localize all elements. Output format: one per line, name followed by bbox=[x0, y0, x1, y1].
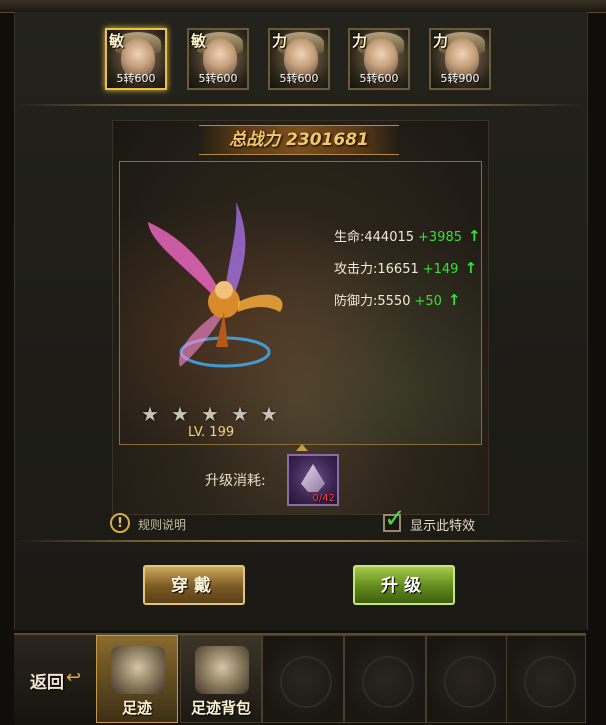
hero-rank-label: 5转600 bbox=[279, 72, 319, 85]
empty-slot-ring bbox=[444, 656, 496, 708]
star-icon: ★ bbox=[171, 402, 189, 426]
arrow-up-icon: ↑ bbox=[464, 259, 478, 277]
hero-card[interactable]: 力 5转900 bbox=[429, 28, 491, 90]
equip-button[interactable]: 穿戴 bbox=[143, 565, 245, 605]
divider bbox=[14, 104, 586, 106]
hero-type-label: 敏 bbox=[191, 32, 207, 50]
stat-bonus: +50 bbox=[414, 294, 442, 309]
notch-icon bbox=[296, 444, 308, 451]
tab-label: 足迹 bbox=[121, 699, 152, 717]
hero-card[interactable]: 敏 5转600 bbox=[105, 28, 167, 90]
effect-label: 显示此特效 bbox=[410, 519, 476, 534]
return-arrow-icon[interactable]: ↩ bbox=[66, 667, 81, 688]
hero-type-label: 力 bbox=[433, 32, 449, 50]
star-icon: ★ bbox=[201, 402, 219, 426]
star-icon: ★ bbox=[141, 402, 159, 426]
star-icon: ★ bbox=[260, 402, 278, 426]
upgrade-button[interactable]: 升级 bbox=[353, 565, 455, 605]
total-power-label: 总战力 bbox=[229, 130, 281, 150]
empty-tab-slot bbox=[262, 635, 344, 723]
stat-hp: 生命:444015 +3985 ↑ bbox=[334, 226, 481, 245]
star-icon: ★ bbox=[231, 402, 249, 426]
hero-card[interactable]: 力 5转600 bbox=[268, 28, 330, 90]
divider bbox=[14, 540, 586, 542]
hero-rank-label: 5转600 bbox=[116, 72, 156, 85]
total-power-banner: 总战力 2301681 bbox=[199, 125, 399, 155]
rules-label: 规则说明 bbox=[138, 518, 187, 532]
empty-tab-slot bbox=[506, 635, 586, 723]
hero-type-label: 力 bbox=[352, 32, 368, 50]
stat-bonus: +3985 bbox=[418, 230, 462, 245]
level-label: LV. 199 bbox=[188, 425, 235, 440]
stat-attack: 攻击力:16651 +149 ↑ bbox=[334, 258, 477, 277]
hero-rank-label: 5转600 bbox=[198, 72, 238, 85]
back-button[interactable]: 返回 bbox=[30, 668, 64, 693]
cost-label: 升级消耗: bbox=[205, 473, 266, 489]
hero-rank-label: 5转600 bbox=[359, 72, 399, 85]
total-power-value: 2301681 bbox=[286, 130, 369, 150]
empty-slot-ring bbox=[362, 656, 414, 708]
arrow-up-icon: ↑ bbox=[468, 227, 481, 245]
hero-type-label: 敏 bbox=[109, 32, 125, 50]
info-icon: ! bbox=[110, 513, 130, 533]
empty-slot-ring bbox=[524, 656, 576, 708]
footprint-card-icon bbox=[111, 646, 165, 694]
material-item[interactable]: 0/42 bbox=[287, 454, 339, 506]
tab-footprint-bag[interactable]: 足迹背包 bbox=[180, 635, 262, 723]
checkmark-icon: ✓ bbox=[384, 504, 406, 534]
stat-bonus: +149 bbox=[422, 262, 459, 277]
empty-tab-slot bbox=[344, 635, 426, 723]
hero-rank-label: 5转900 bbox=[440, 72, 480, 85]
hero-type-label: 力 bbox=[272, 32, 288, 50]
stat-label: 防御力:5550 bbox=[334, 294, 411, 309]
hero-card[interactable]: 力 5转600 bbox=[348, 28, 410, 90]
stat-defense: 防御力:5550 +50 ↑ bbox=[334, 290, 460, 309]
arrow-up-icon: ↑ bbox=[447, 291, 461, 309]
gem-icon bbox=[301, 464, 325, 492]
stat-label: 攻击力:16651 bbox=[334, 262, 419, 277]
empty-tab-slot bbox=[426, 635, 508, 723]
bag-icon bbox=[195, 646, 249, 694]
stat-label: 生命:444015 bbox=[334, 230, 415, 245]
empty-slot-ring bbox=[280, 656, 332, 708]
hero-strip: 敏 5转600 敏 5转600 力 5转600 力 5转600 力 5转900 bbox=[14, 18, 586, 104]
tab-label: 足迹背包 bbox=[190, 699, 251, 717]
hero-card[interactable]: 敏 5转600 bbox=[187, 28, 249, 90]
material-quantity: 0/42 bbox=[312, 493, 335, 504]
tab-footprints[interactable]: 足迹 bbox=[96, 635, 178, 723]
